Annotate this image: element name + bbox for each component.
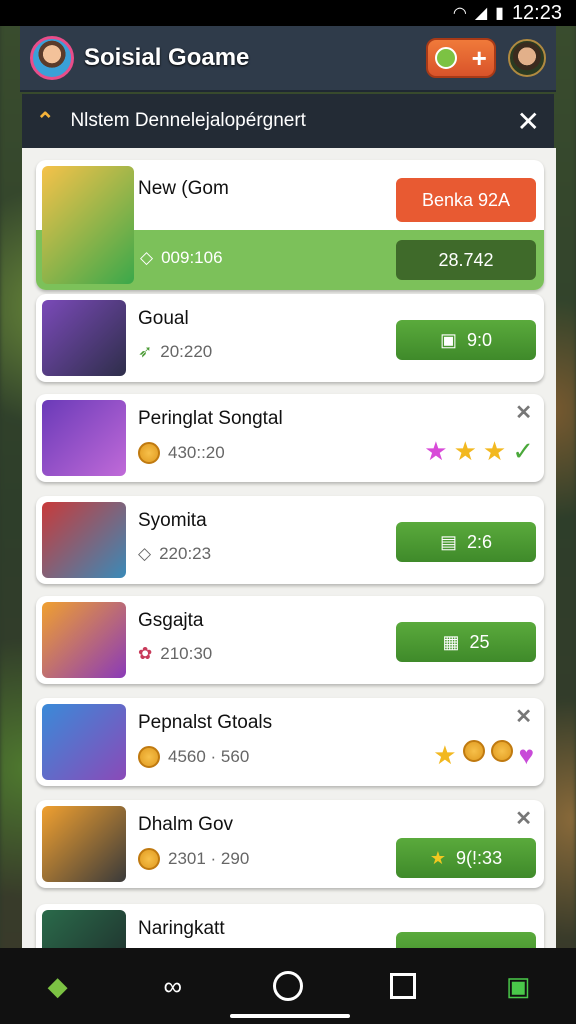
square-icon bbox=[390, 973, 417, 999]
list-item[interactable]: Goual ➶ 20:220 ▣ 9:0 bbox=[36, 294, 544, 382]
star-icon: ★ bbox=[433, 740, 457, 770]
star-icon: ★ bbox=[482, 436, 507, 466]
arrow-icon: ➶ bbox=[138, 342, 153, 361]
game-thumbnail bbox=[42, 400, 126, 476]
list-item[interactable]: Naringkatt bbox=[36, 904, 544, 948]
game-stats: 430::20 bbox=[138, 442, 225, 464]
game-thumbnail bbox=[42, 166, 134, 284]
stats-value: 4560 · 560 bbox=[168, 747, 250, 766]
coin-icon bbox=[462, 740, 485, 762]
game-title: Peringlat Songtal bbox=[138, 408, 283, 429]
list-item-featured[interactable]: New (Gom ◇ 009:106 Benka 92A 28.742 bbox=[36, 160, 544, 290]
action-label: 2:6 bbox=[466, 531, 493, 552]
recents-button[interactable] bbox=[383, 966, 423, 1006]
status-time: 12:23 bbox=[511, 1, 562, 24]
game-thumbnail bbox=[42, 806, 126, 882]
list-item[interactable]: Gsgajta ✿ 210:30 ▦ 25 bbox=[36, 596, 544, 684]
wifi-icon: ◠ bbox=[452, 5, 467, 22]
circle-icon bbox=[272, 971, 303, 1001]
dismiss-icon[interactable]: ✕ bbox=[515, 704, 532, 729]
game-title: Gsgajta bbox=[138, 610, 204, 631]
action-button[interactable]: ▦ 25 bbox=[396, 622, 536, 662]
coin-icon bbox=[138, 442, 160, 464]
action-button[interactable]: ▤ 2:6 bbox=[396, 522, 536, 562]
leaf-icon[interactable]: ◆ bbox=[38, 966, 78, 1006]
home-indicator bbox=[230, 1014, 350, 1018]
edit-icon[interactable]: ▣ bbox=[498, 966, 538, 1006]
game-stats: 2301 · 290 bbox=[138, 848, 249, 870]
app-title: Soisial Goame bbox=[84, 44, 250, 71]
profile-avatar[interactable] bbox=[508, 39, 546, 77]
game-title: Naringkatt bbox=[138, 918, 225, 939]
game-thumbnail bbox=[42, 502, 126, 578]
clock-icon bbox=[435, 47, 458, 69]
chest-icon: ▦ bbox=[442, 631, 460, 652]
game-thumbnail bbox=[42, 300, 126, 376]
game-stats: 4560 · 560 bbox=[138, 746, 249, 768]
list-item[interactable]: Pepnalst Gtoals 4560 · 560 ✕ ★ ♥ bbox=[36, 698, 544, 786]
bottom-navigation: ◆ ∞ ▣ bbox=[0, 948, 576, 1024]
heart-icon: ♥ bbox=[518, 740, 534, 770]
action-button[interactable]: ▣ 9:0 bbox=[396, 320, 536, 360]
coin-icon bbox=[138, 848, 160, 870]
rewards: ★ ♥ bbox=[433, 740, 534, 771]
game-title: Goual bbox=[138, 308, 189, 329]
tag-icon: ◇ bbox=[138, 544, 152, 563]
stats-value: 2301 · 290 bbox=[168, 849, 250, 868]
secondary-action-button[interactable]: 28.742 bbox=[396, 240, 536, 280]
stats-value: 220:23 bbox=[159, 544, 212, 563]
card-icon: ▤ bbox=[439, 531, 457, 552]
signal-icon: ◢ bbox=[474, 5, 488, 22]
star-icon: ★ bbox=[424, 436, 448, 466]
action-label: 25 bbox=[469, 631, 490, 652]
rating: ★ ★ ★ ✓ bbox=[424, 436, 534, 467]
action-button[interactable]: ★ 9(!:33 bbox=[396, 838, 536, 878]
loop-icon[interactable]: ∞ bbox=[153, 966, 193, 1006]
app-header: Soisial Goame + bbox=[20, 26, 556, 92]
game-stats: ✿ 210:30 bbox=[138, 644, 212, 664]
battery-icon: ▮ bbox=[495, 5, 504, 22]
notification-bar: ⌃ Nlstem Dennelejalopérgnert ✕ bbox=[22, 94, 554, 148]
check-icon: ✓ bbox=[512, 436, 534, 466]
action-label: 9:0 bbox=[466, 329, 493, 350]
home-button[interactable] bbox=[268, 966, 308, 1006]
stats-value: 009:106 bbox=[161, 248, 223, 267]
game-list-panel: New (Gom ◇ 009:106 Benka 92A 28.742 Goua… bbox=[22, 148, 556, 948]
list-item[interactable]: Dhalm Gov 2301 · 290 ✕ ★ 9(!:33 bbox=[36, 800, 544, 888]
primary-action-button[interactable]: Benka 92A bbox=[396, 178, 536, 222]
game-thumbnail bbox=[42, 910, 126, 948]
action-label: 9(!:33 bbox=[456, 847, 503, 868]
star-icon: ★ bbox=[453, 436, 477, 466]
game-title: Dhalm Gov bbox=[138, 814, 234, 835]
game-title: New (Gom bbox=[138, 178, 229, 199]
warning-icon: ⌃ bbox=[36, 108, 55, 133]
game-stats: ➶ 20:220 bbox=[138, 342, 212, 362]
action-button[interactable] bbox=[396, 932, 536, 948]
dismiss-icon[interactable]: ✕ bbox=[515, 806, 532, 831]
game-stats: ◇ 220:23 bbox=[138, 544, 211, 564]
add-button[interactable]: + bbox=[426, 38, 496, 78]
tag-icon: ◇ bbox=[140, 248, 154, 267]
game-title: Syomita bbox=[138, 510, 207, 531]
avatar[interactable] bbox=[30, 36, 74, 80]
notification-text: Nlstem Dennelejalopérgnert bbox=[70, 110, 306, 131]
close-icon[interactable]: ✕ bbox=[517, 105, 540, 138]
dismiss-icon[interactable]: ✕ bbox=[515, 400, 532, 425]
gem-icon: ✿ bbox=[138, 644, 153, 663]
stats-value: 20:220 bbox=[160, 342, 213, 361]
list-item[interactable]: Syomita ◇ 220:23 ▤ 2:6 bbox=[36, 496, 544, 584]
game-thumbnail bbox=[42, 704, 126, 780]
card-icon: ▣ bbox=[439, 329, 457, 350]
add-label: + bbox=[471, 42, 487, 73]
stats-value: 430::20 bbox=[168, 443, 225, 462]
game-title: Pepnalst Gtoals bbox=[138, 712, 273, 733]
status-bar: ◠ ◢ ▮ 12:23 bbox=[0, 0, 576, 26]
game-stats: ◇ 009:106 bbox=[140, 248, 223, 268]
list-item[interactable]: Peringlat Songtal 430::20 ✕ ★ ★ ★ ✓ bbox=[36, 394, 544, 482]
coin-icon bbox=[490, 740, 513, 762]
coin-icon bbox=[138, 746, 160, 768]
star-icon: ★ bbox=[429, 847, 447, 868]
game-thumbnail bbox=[42, 602, 126, 678]
stats-value: 210:30 bbox=[160, 644, 213, 663]
